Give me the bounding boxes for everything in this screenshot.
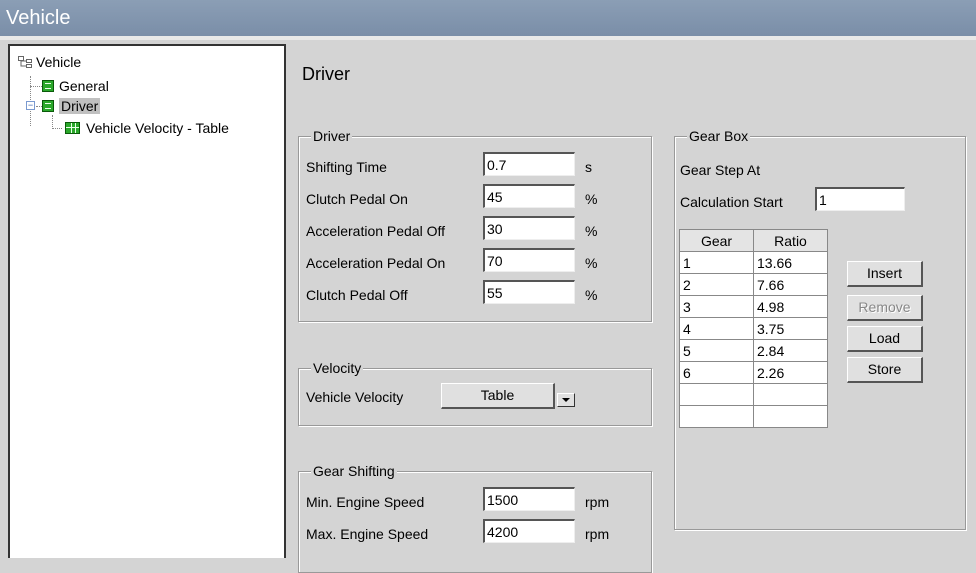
acceleration-pedal-off-label: Acceleration Pedal Off (306, 223, 446, 239)
calculation-start-field[interactable] (815, 187, 905, 211)
clutch-pedal-on-label: Clutch Pedal On (306, 191, 408, 207)
gear-box-group: Gear Box Gear Step At Calculation Start … (674, 128, 966, 530)
gear-cell[interactable]: 3 (679, 295, 754, 318)
store-button[interactable]: Store (847, 357, 923, 383)
column-header-ratio[interactable]: Ratio (753, 229, 828, 252)
collapse-icon[interactable]: − (26, 101, 35, 110)
gear-cell[interactable]: 2 (679, 273, 754, 296)
shifting-time-field[interactable] (483, 152, 575, 176)
acceleration-pedal-on-label: Acceleration Pedal On (306, 255, 446, 271)
table-row[interactable]: 1 13.66 (679, 251, 828, 274)
tree-item-general[interactable]: General (42, 76, 109, 96)
clutch-pedal-off-label: Clutch Pedal Off (306, 287, 408, 303)
ratio-cell[interactable]: 4.98 (753, 295, 828, 318)
group-legend: Gear Box (687, 128, 751, 144)
insert-button[interactable]: Insert (847, 261, 923, 287)
group-legend: Driver (311, 128, 353, 144)
tree-item-label: Vehicle (36, 54, 82, 70)
ratio-cell[interactable]: 13.66 (753, 251, 828, 274)
tree-item-vehicle[interactable]: Vehicle (18, 52, 81, 72)
unit-label: % (585, 223, 598, 239)
table-row[interactable]: 5 2.84 (679, 339, 828, 362)
tree-connector (30, 86, 42, 87)
velocity-group: Velocity Vehicle Velocity Table (298, 360, 652, 426)
table-row[interactable]: 4 3.75 (679, 317, 828, 340)
unit-label: % (585, 191, 598, 207)
table-row[interactable]: 2 7.66 (679, 273, 828, 296)
unit-label: % (585, 255, 598, 271)
parameter-icon (42, 80, 54, 92)
min-engine-speed-label: Min. Engine Speed (306, 494, 425, 510)
gear-cell[interactable] (679, 383, 754, 406)
table-row[interactable] (679, 383, 828, 406)
remove-button[interactable]: Remove (847, 295, 923, 321)
unit-label: % (585, 287, 598, 303)
parameter-icon (42, 100, 54, 112)
navigation-tree[interactable]: Vehicle General − Driver Vehicle Velocit… (8, 44, 286, 558)
table-header-row: Gear Ratio (679, 229, 828, 252)
gear-ratio-table[interactable]: Gear Ratio 1 13.66 2 7.66 3 4.98 4 3.75 5 2.8… (679, 229, 828, 428)
main-panel: Driver Driver Shifting Time s Clutch Ped… (286, 44, 976, 573)
chevron-down-icon[interactable] (557, 393, 575, 407)
table-row[interactable]: 6 2.26 (679, 361, 828, 384)
ratio-cell[interactable]: 2.26 (753, 361, 828, 384)
title-bar-separator (0, 36, 976, 40)
max-engine-speed-label: Max. Engine Speed (306, 526, 429, 542)
unit-label: rpm (585, 494, 610, 510)
tree-item-label: Vehicle Velocity - Table (86, 120, 229, 136)
table-row[interactable] (679, 405, 828, 428)
tree-item-label: Driver (59, 98, 101, 114)
unit-label: rpm (585, 526, 610, 542)
vehicle-velocity-label: Vehicle Velocity (306, 389, 404, 405)
gear-cell[interactable]: 5 (679, 339, 754, 362)
page-title: Driver (302, 64, 350, 84)
clutch-pedal-off-field[interactable] (483, 280, 575, 304)
tree-item-driver[interactable]: Driver (42, 96, 101, 116)
group-legend: Gear Shifting (311, 463, 397, 479)
acceleration-pedal-on-field[interactable] (483, 248, 575, 272)
column-header-gear[interactable]: Gear (679, 229, 754, 252)
window-title-bar: Vehicle (0, 0, 976, 36)
tree-connector (52, 115, 53, 129)
table-icon (65, 122, 80, 134)
gear-cell[interactable] (679, 405, 754, 428)
ratio-cell[interactable] (753, 383, 828, 406)
calculation-start-label: Calculation Start (680, 194, 783, 210)
group-legend: Velocity (311, 360, 364, 376)
driver-group: Driver Shifting Time s Clutch Pedal On %… (298, 128, 652, 322)
velocity-mode-button[interactable]: Table (441, 383, 555, 409)
acceleration-pedal-off-field[interactable] (483, 216, 575, 240)
ratio-cell[interactable] (753, 405, 828, 428)
ratio-cell[interactable]: 2.84 (753, 339, 828, 362)
ratio-cell[interactable]: 7.66 (753, 273, 828, 296)
table-row[interactable]: 3 4.98 (679, 295, 828, 318)
gear-cell[interactable]: 4 (679, 317, 754, 340)
shifting-time-label: Shifting Time (306, 159, 387, 175)
gear-cell[interactable]: 6 (679, 361, 754, 384)
load-button[interactable]: Load (847, 326, 923, 352)
gear-cell[interactable]: 1 (679, 251, 754, 274)
gear-step-label: Gear Step At (680, 162, 761, 178)
max-engine-speed-field[interactable] (483, 519, 575, 543)
ratio-cell[interactable]: 3.75 (753, 317, 828, 340)
tree-item-vehicle-velocity-table[interactable]: Vehicle Velocity - Table (65, 118, 229, 138)
unit-label: s (585, 159, 592, 175)
min-engine-speed-field[interactable] (483, 487, 575, 511)
tree-hierarchy-icon (18, 53, 32, 68)
window-title: Vehicle (6, 7, 71, 29)
tree-connector (52, 128, 62, 129)
tree-item-label: General (59, 78, 109, 94)
clutch-pedal-on-field[interactable] (483, 184, 575, 208)
